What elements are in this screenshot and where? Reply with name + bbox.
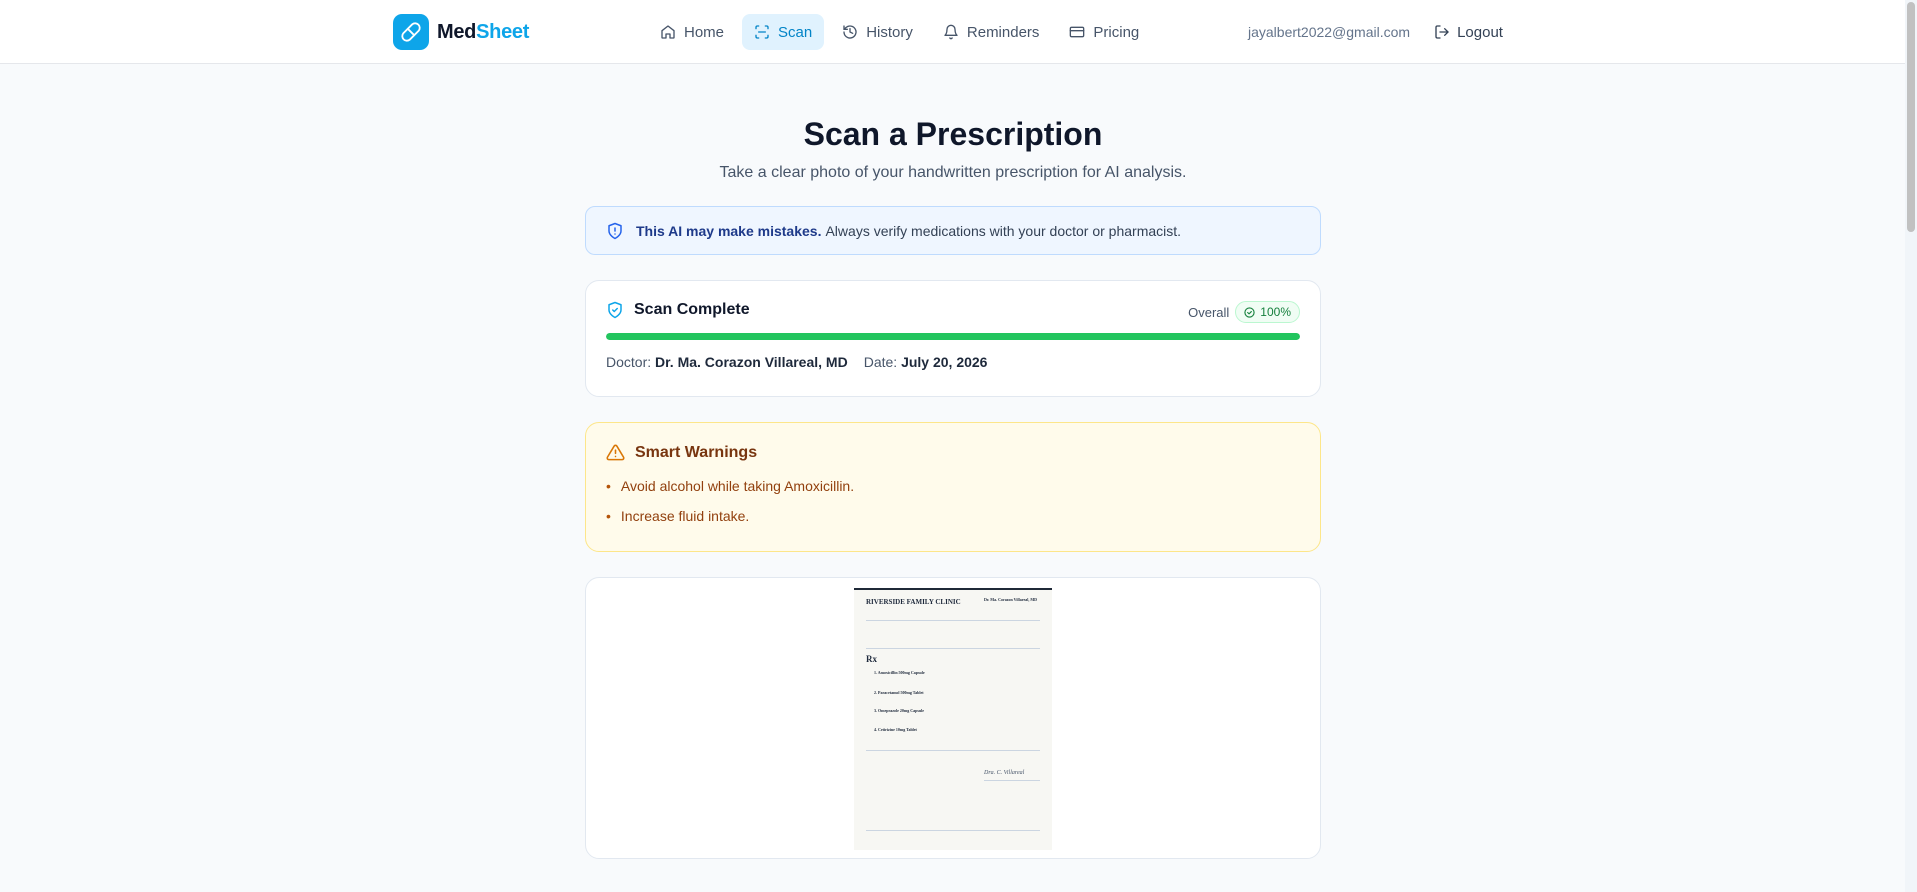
prescription-meta: Doctor: Dr. Ma. Corazon Villareal, MD Da…: [606, 354, 1300, 370]
date-info: Date: July 20, 2026: [863, 354, 988, 370]
prescription-image: RIVERSIDE FAMILY CLINIC Dr. Ma. Corazon …: [854, 588, 1052, 850]
main-nav: Home Scan History Reminders Pricing: [648, 14, 1151, 50]
rx-signature: Dra. C. Villareal: [984, 770, 1025, 776]
credit-card-icon: [1070, 26, 1085, 38]
rx-doctor-name: Dr. Ma. Corazon Villareal, MD: [984, 597, 1037, 602]
confidence-progress-bar: [606, 333, 1300, 340]
check-circle-icon: [1244, 306, 1255, 318]
rx-med-line: 4. Cetirizine 10mg Tablet: [874, 727, 917, 732]
warning-item: • Increase fluid intake.: [606, 508, 750, 524]
rx-med-line: 3. Omeprazole 20mg Capsule: [874, 708, 924, 713]
logout-icon: [1435, 25, 1449, 39]
rx-med-line: 1. Amoxicillin 500mg Capsule: [874, 670, 925, 675]
scan-result-card: Scan Complete Overall 100% Doctor: Dr. M…: [585, 280, 1321, 397]
warning-triangle-icon: [606, 444, 625, 461]
page-subtitle: Take a clear photo of your handwritten p…: [719, 164, 1187, 181]
user-area: jayalbert2022@gmail.com Logout: [1248, 14, 1503, 50]
smart-warnings-title: Smart Warnings: [635, 443, 758, 461]
disclaimer-bold: This AI may make mistakes.: [636, 222, 822, 239]
overall-confidence: Overall 100%: [1188, 301, 1300, 323]
warning-item: • Avoid alcohol while taking Amoxicillin.: [606, 478, 855, 494]
page-scrollbar[interactable]: [1905, 0, 1917, 892]
scan-result-title: Scan Complete: [634, 301, 750, 318]
bell-icon: [944, 24, 958, 40]
disclaimer-detail: Always verify medications with your doct…: [825, 222, 1182, 239]
prescription-date: July 20, 2026: [901, 354, 988, 370]
brand-logo-link[interactable]: MedSheet: [393, 14, 529, 50]
doctor-name: Dr. Ma. Corazon Villareal, MD: [655, 354, 848, 370]
nav-home-label: Home: [684, 23, 725, 41]
confidence-value: 100%: [1260, 305, 1291, 319]
pill-icon: [393, 14, 429, 50]
nav-history[interactable]: History: [830, 14, 925, 50]
doctor-info: Doctor: Dr. Ma. Corazon Villareal, MD: [606, 354, 848, 370]
rx-clinic-name: RIVERSIDE FAMILY CLINIC: [866, 598, 961, 606]
scan-icon: [755, 25, 769, 39]
history-icon: [843, 25, 857, 39]
nav-home[interactable]: Home: [648, 14, 736, 50]
rx-symbol: Rx: [866, 654, 877, 664]
home-icon: [661, 25, 675, 39]
page-title: Scan a Prescription: [803, 116, 1103, 152]
scrollbar-thumb[interactable]: [1907, 2, 1915, 232]
ai-disclaimer-banner: This AI may make mistakes. Always verify …: [585, 206, 1321, 255]
user-email: jayalbert2022@gmail.com: [1248, 24, 1411, 40]
nav-history-label: History: [866, 23, 913, 41]
warnings-list: • Avoid alcohol while taking Amoxicillin.…: [606, 476, 1300, 536]
confidence-progress-fill: [606, 333, 1300, 340]
confidence-badge: 100%: [1235, 301, 1300, 323]
main-content: Scan a Prescription Take a clear photo o…: [585, 64, 1321, 859]
nav-reminders[interactable]: Reminders: [931, 14, 1052, 50]
rx-med-line: 2. Paracetamol 500mg Tablet: [874, 690, 924, 695]
prescription-image-card: RIVERSIDE FAMILY CLINIC Dr. Ma. Corazon …: [585, 577, 1321, 859]
overall-label: Overall: [1188, 304, 1230, 320]
logout-label: Logout: [1457, 23, 1503, 41]
disclaimer-text: This AI may make mistakes. Always verify …: [636, 223, 1181, 239]
brand-name: MedSheet: [437, 20, 530, 43]
nav-scan[interactable]: Scan: [742, 14, 825, 50]
nav-reminders-label: Reminders: [966, 23, 1040, 41]
logout-button[interactable]: Logout: [1434, 24, 1503, 41]
top-navbar: MedSheet Home Scan History Reminders Pri…: [0, 0, 1905, 64]
nav-pricing[interactable]: Pricing: [1057, 14, 1151, 50]
nav-pricing-label: Pricing: [1093, 23, 1140, 41]
shield-check-icon: [608, 301, 622, 319]
smart-warnings-card: Smart Warnings • Avoid alcohol while taki…: [585, 422, 1321, 552]
shield-alert-icon: [608, 222, 622, 239]
nav-scan-label: Scan: [778, 23, 813, 41]
smart-warnings-header: Smart Warnings: [606, 443, 1300, 462]
